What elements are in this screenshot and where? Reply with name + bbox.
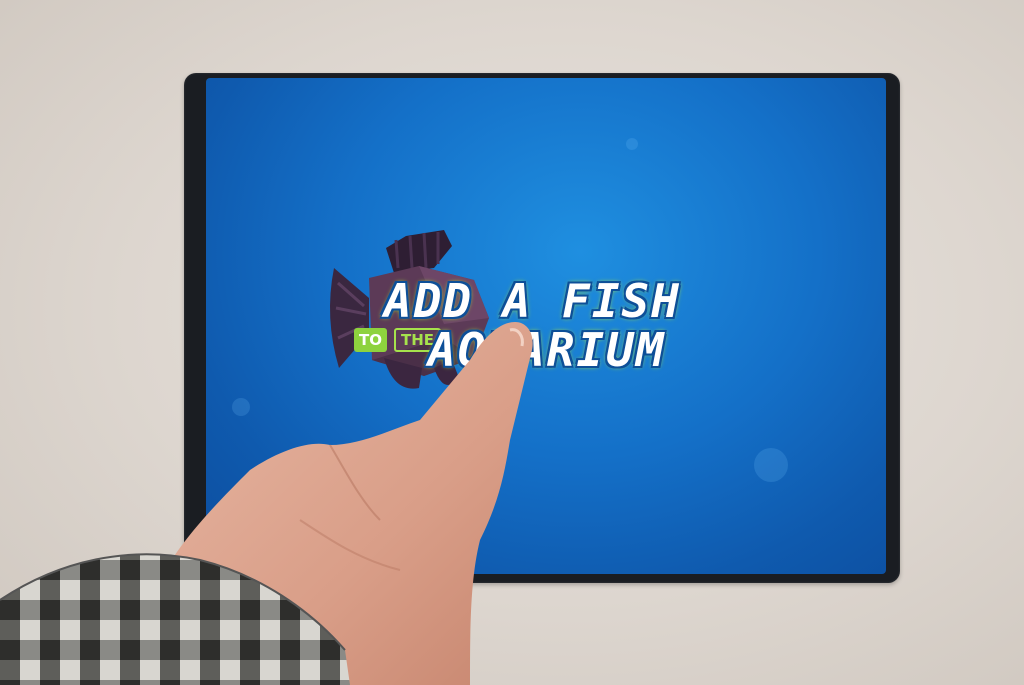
touch-screen[interactable]: ADD A FISH TO THE AQUARIUM — [206, 78, 886, 574]
title-line-2: AQUARIUM — [428, 323, 666, 377]
tag-to: TO — [354, 328, 387, 352]
photo-scene: ADD A FISH TO THE AQUARIUM — [0, 0, 1024, 685]
title-group: ADD A FISH TO THE AQUARIUM — [206, 78, 886, 574]
title-line-1: ADD A FISH — [384, 274, 681, 328]
